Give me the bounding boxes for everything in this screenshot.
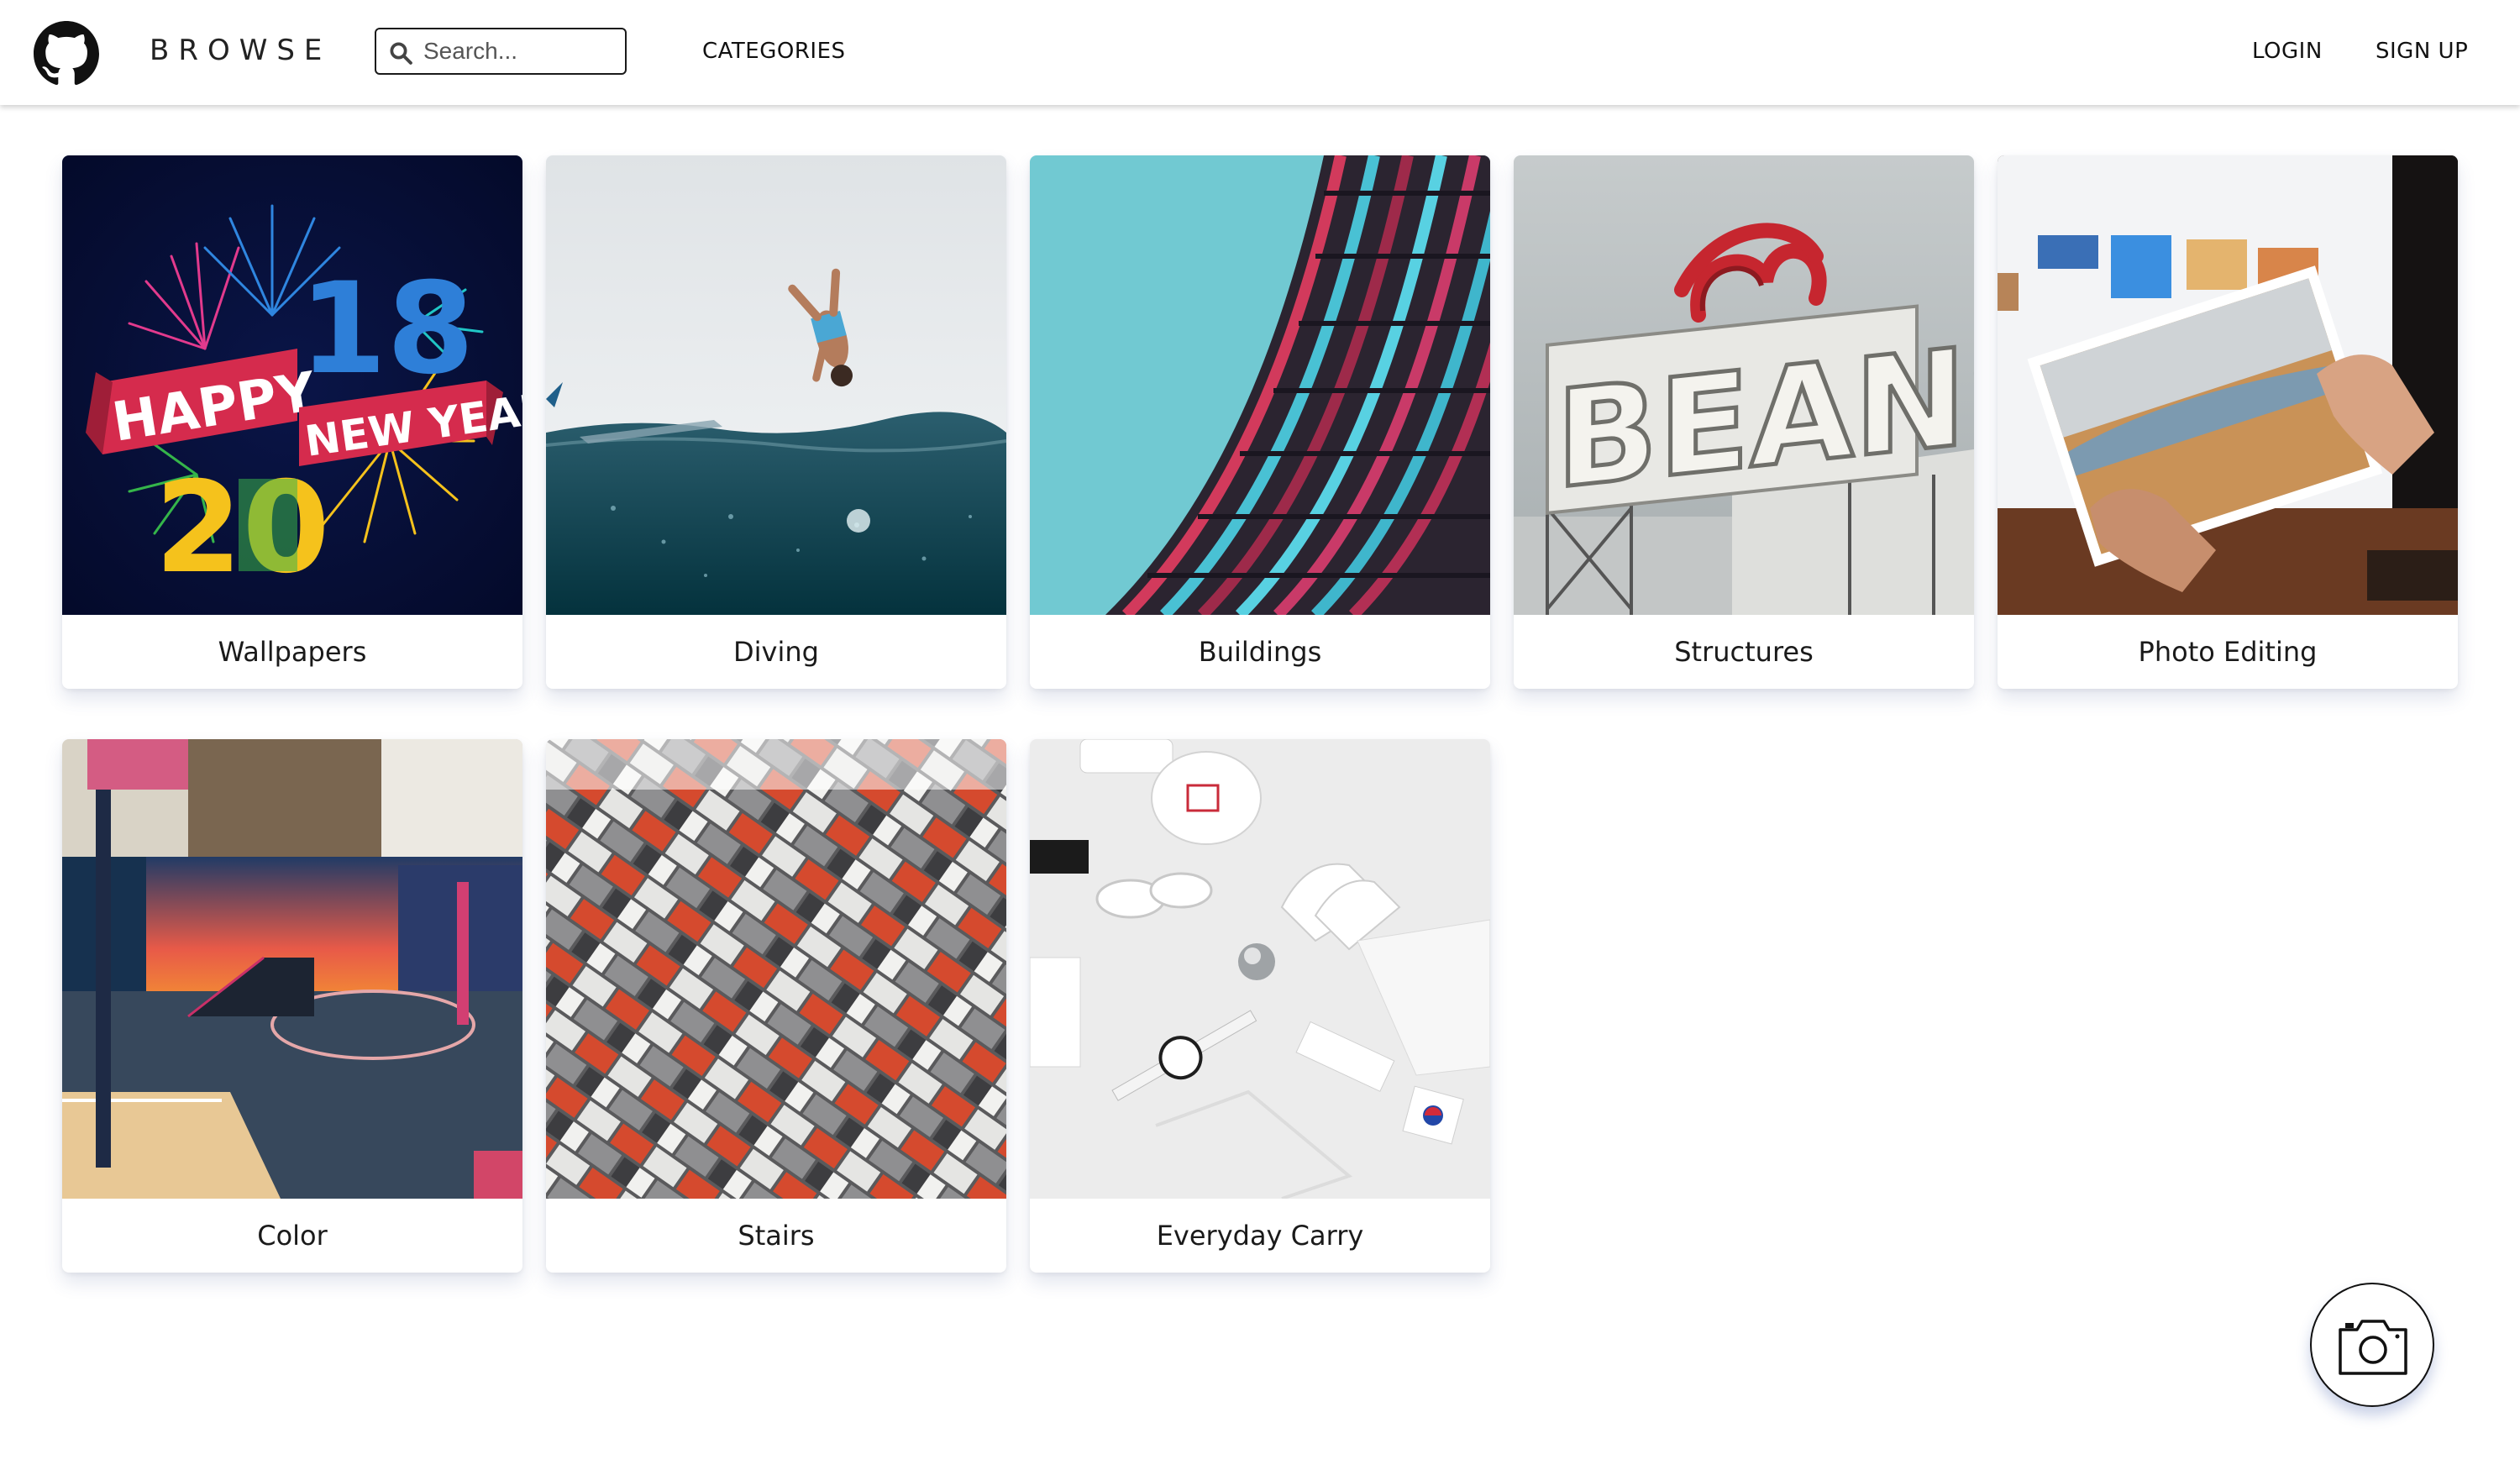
camera-icon [2339, 1320, 2407, 1375]
category-image [546, 155, 1006, 615]
category-label: Everyday Carry [1156, 1220, 1364, 1252]
category-card-buildings[interactable]: Buildings [1030, 155, 1490, 689]
category-image [546, 739, 1006, 1199]
category-image [62, 739, 522, 1199]
tiled-stairs-image [546, 739, 1006, 1199]
camera-upload-button[interactable] [2310, 1283, 2434, 1407]
new-year-fireworks-image: HAPPY 18 NEW YEAR 20 [62, 155, 522, 615]
category-card-photo-editing[interactable]: Photo Editing [1998, 155, 2458, 689]
category-label: Buildings [1198, 636, 1322, 668]
beans-sign-image: BEANS [1514, 155, 1974, 615]
nav-categories-link[interactable]: CATEGORIES [702, 39, 846, 64]
top-navbar: BROWSE CATEGORIES LOGIN SIGN UP [0, 0, 2520, 105]
category-image [1030, 155, 1490, 615]
category-card-color[interactable]: Color [62, 739, 522, 1273]
category-image [1998, 155, 2458, 615]
search-input[interactable] [423, 34, 617, 68]
category-label: Stairs [738, 1220, 815, 1252]
curved-building-image [1030, 155, 1490, 615]
category-label: Wallpapers [218, 636, 367, 668]
colorful-court-image [62, 739, 522, 1199]
github-octocat-icon [34, 21, 99, 86]
category-card-wallpapers[interactable]: HAPPY 18 NEW YEAR 20 Wallpapers [62, 155, 522, 689]
signup-link[interactable]: SIGN UP [2376, 39, 2468, 64]
brand-title[interactable]: BROWSE [150, 34, 331, 67]
year-18-text: 18 [299, 256, 475, 402]
category-image: BEANS [1514, 155, 1974, 615]
login-link[interactable]: LOGIN [2252, 39, 2323, 64]
category-label: Photo Editing [2138, 636, 2318, 668]
github-logo-icon[interactable] [34, 21, 99, 87]
category-image [1030, 739, 1490, 1199]
category-label: Color [257, 1220, 328, 1252]
photo-editing-image [1998, 155, 2458, 615]
category-label: Diving [733, 636, 819, 668]
category-card-stairs[interactable]: Stairs [546, 739, 1006, 1273]
diver-over-sea-image [546, 155, 1006, 615]
category-label: Structures [1674, 636, 1814, 668]
category-card-structures[interactable]: BEANS Structures [1514, 155, 1974, 689]
category-image: HAPPY 18 NEW YEAR 20 [62, 155, 522, 615]
category-card-everyday-carry[interactable]: Everyday Carry [1030, 739, 1490, 1273]
everyday-carry-image [1030, 739, 1490, 1199]
search-icon [390, 42, 412, 65]
search-box[interactable] [375, 28, 627, 75]
category-card-diving[interactable]: Diving [546, 155, 1006, 689]
